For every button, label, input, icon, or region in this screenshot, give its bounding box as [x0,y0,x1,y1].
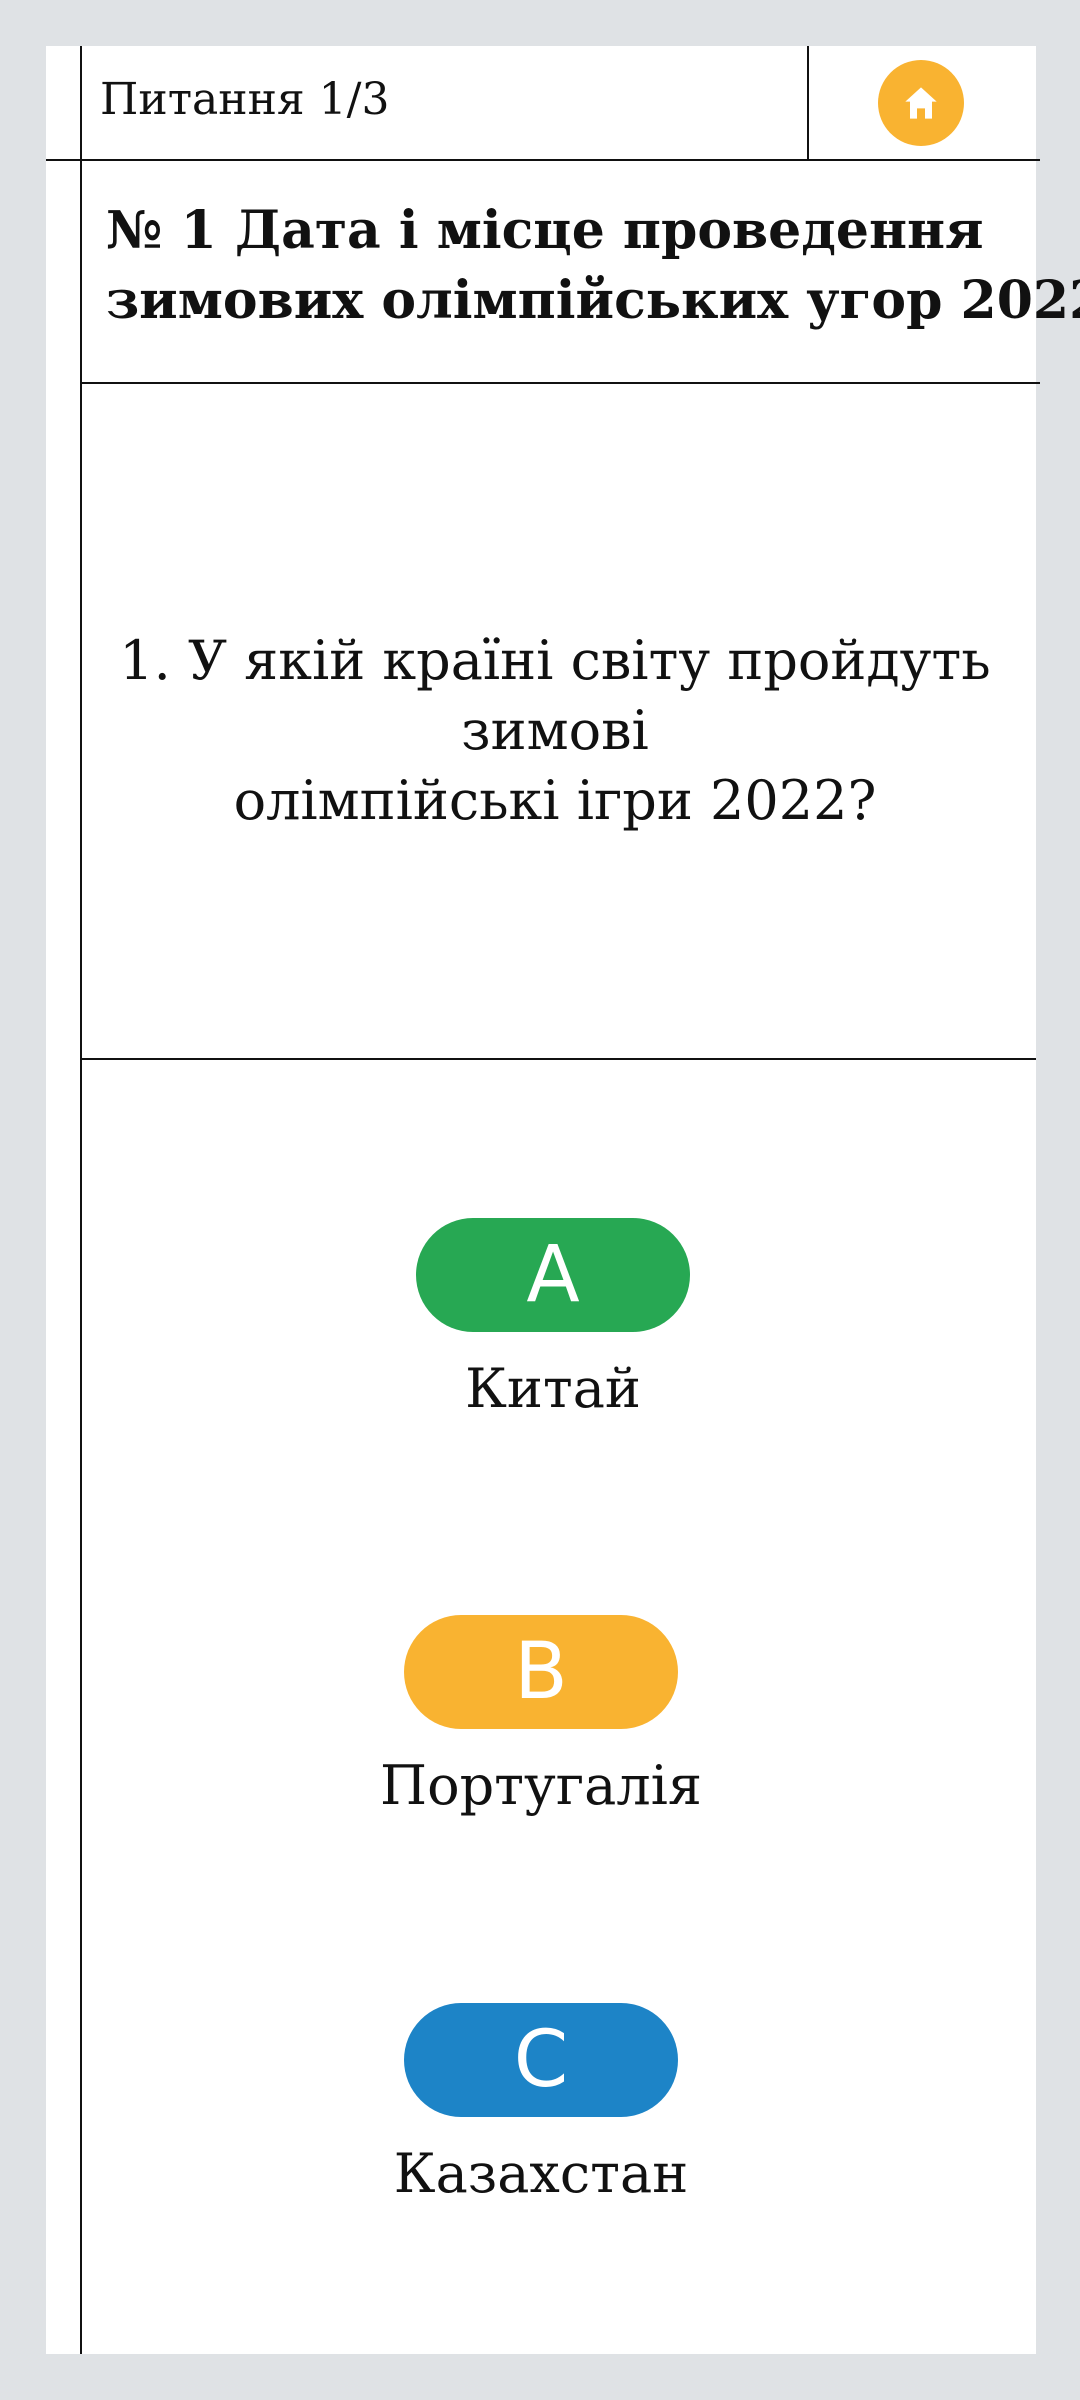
question-bottom-line [80,1058,1036,1060]
question-line-3: олімпійські ігри 2022? [233,769,877,832]
question-counter: Питання 1/3 [100,74,390,125]
section-title-line-2: зимових олімпійських угор 2022 [106,270,1080,331]
answer-c-label: Казахстан [393,2142,689,2205]
answer-option-a[interactable]: A Китай [303,1218,803,1424]
left-border-line [80,46,82,2354]
question-text: 1. У якій країні світу пройдуть зимові о… [82,626,1028,836]
section-title-line-1: № 1 Дата і місце проведення [106,200,984,261]
title-bottom-line [80,382,1040,384]
answer-a-label: Китай [465,1357,641,1420]
answer-a-letter-button[interactable]: A [416,1218,690,1332]
answer-c-letter-button[interactable]: C [404,2003,678,2117]
home-icon [905,87,937,119]
section-title: № 1 Дата і місце проведення зимових олім… [106,196,1080,336]
answer-option-b[interactable]: B Португалія [291,1615,791,1821]
home-button[interactable] [878,60,964,146]
header-divider-line [807,46,809,160]
header-bottom-line [46,159,1040,161]
question-line-1: 1. У якій країні світу пройдуть [119,629,991,692]
answer-b-label: Португалія [380,1754,702,1817]
answer-option-c[interactable]: C Казахстан [291,2003,791,2209]
question-line-2: зимові [461,699,649,762]
answer-b-letter-button[interactable]: B [404,1615,678,1729]
